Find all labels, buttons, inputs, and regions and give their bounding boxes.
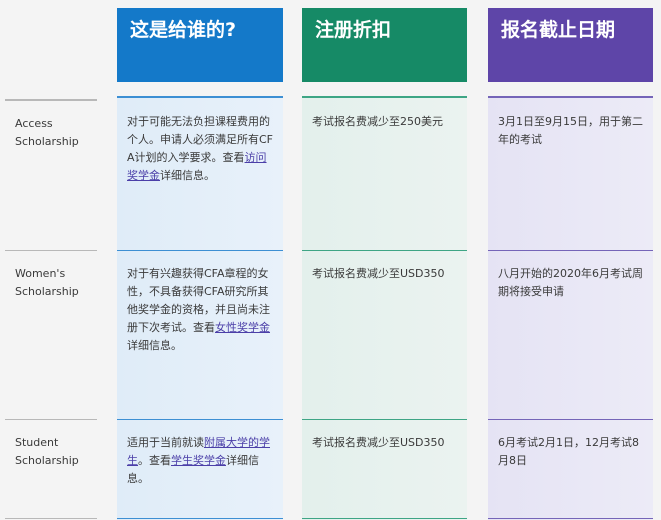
row-divider	[5, 419, 97, 420]
row-divider	[302, 518, 467, 519]
row-divider	[488, 518, 653, 519]
column-header-deadline: 报名截止日期	[488, 8, 653, 82]
row-divider	[117, 518, 283, 519]
row-label-line: Scholarship	[15, 454, 79, 467]
cell-discount-womens: 考试报名费减少至USD350	[312, 267, 445, 280]
row-label-line: Scholarship	[15, 135, 79, 148]
row-label-line: Student	[15, 436, 59, 449]
column-header-discount: 注册折扣	[302, 8, 467, 82]
row-divider	[117, 96, 283, 98]
cell-deadline-student: 6月考试2月1日，12月考试8月8日	[498, 436, 639, 467]
row-divider	[5, 99, 97, 101]
cell-text: 。查看	[138, 454, 171, 467]
row-divider	[5, 518, 97, 519]
column-discount	[302, 96, 467, 520]
row-label-access-scholarship: Access Scholarship	[15, 115, 97, 151]
cell-who-student: 适用于当前就读附属大学的学生。查看学生奖学金详细信息。	[127, 434, 273, 488]
row-divider	[117, 250, 283, 251]
cell-discount-student: 考试报名费减少至USD350	[312, 436, 445, 449]
row-label-line: Scholarship	[15, 285, 79, 298]
womens-scholarship-link[interactable]: 女性奖学金	[215, 321, 270, 334]
row-divider	[488, 419, 653, 420]
row-label-line: Women's	[15, 267, 66, 280]
row-divider	[488, 96, 653, 98]
cell-text: 详细信息。	[160, 169, 215, 182]
row-divider	[302, 96, 467, 98]
cell-discount-access: 考试报名费减少至250美元	[312, 115, 443, 128]
cell-deadline-access: 3月1日至9月15日，用于第二年的考试	[498, 115, 643, 146]
row-divider	[117, 419, 283, 420]
cell-text: 详细信息。	[127, 339, 182, 352]
student-scholarship-link[interactable]: 学生奖学金	[171, 454, 226, 467]
cell-text: 适用于当前就读	[127, 436, 204, 449]
cell-who-womens: 对于有兴趣获得CFA章程的女性，不具备获得CFA研究所其他奖学金的资格，并且尚未…	[127, 265, 273, 355]
column-header-who: 这是给谁的?	[117, 8, 283, 82]
row-label-womens-scholarship: Women's Scholarship	[15, 265, 97, 301]
row-divider	[488, 250, 653, 251]
row-divider	[5, 250, 97, 251]
cell-who-access: 对于可能无法负担课程费用的个人。申请人必须满足所有CFA计划的入学要求。查看访问…	[127, 113, 273, 185]
row-divider	[302, 419, 467, 420]
row-label-line: Access	[15, 117, 53, 130]
cell-deadline-womens: 八月开始的2020年6月考试周期将接受申请	[498, 267, 643, 298]
row-label-student-scholarship: Student Scholarship	[15, 434, 97, 470]
row-divider	[302, 250, 467, 251]
